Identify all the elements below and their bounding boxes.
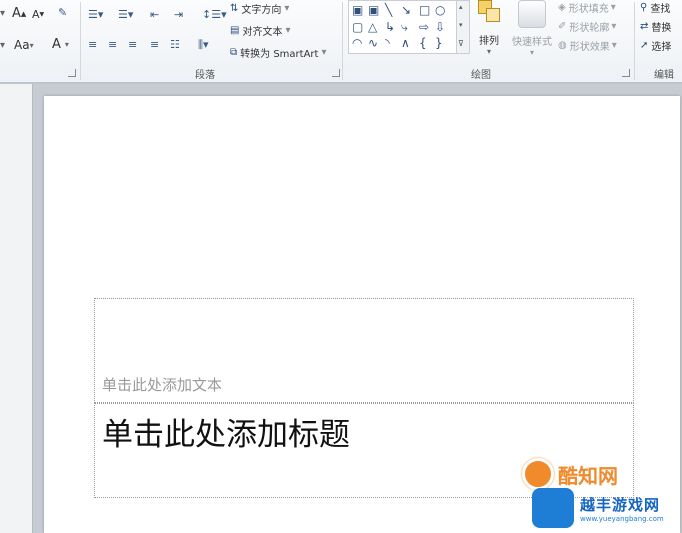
right-arrow-icon[interactable]: ⇨: [419, 21, 429, 33]
find-label: 查找: [650, 4, 671, 15]
convert-smartart-label: 转换为 SmartArt: [240, 49, 319, 60]
align-text-label: 对齐文本: [242, 27, 283, 38]
shapes-gallery-scroll[interactable]: ▴ ▾ ⊽: [456, 0, 470, 54]
cursor-icon: ➚: [640, 40, 649, 51]
text-direction-icon: ⇅: [230, 3, 239, 14]
editing-group-label: 编辑: [654, 70, 674, 81]
arrange-icon: [474, 0, 504, 30]
arrange-button[interactable]: 排列 ▾: [474, 0, 504, 56]
smartart-icon: ⧉: [230, 47, 238, 58]
subtitle-placeholder-text: 单击此处添加文本: [102, 376, 223, 394]
align-right-icon[interactable]: ≡: [128, 38, 137, 51]
increase-indent-icon[interactable]: ⇥: [174, 8, 183, 21]
watermark-kuzhi: 酷知网: [522, 458, 618, 490]
binoculars-icon: ⚲: [640, 2, 648, 13]
rectangle-icon[interactable]: □: [419, 4, 430, 16]
paragraph-dialog-launcher-icon[interactable]: [332, 69, 340, 77]
arrange-label: 排列: [479, 36, 499, 47]
line-spacing-icon[interactable]: ↕☰▾: [202, 8, 227, 21]
arc-icon[interactable]: ◝: [385, 37, 390, 49]
right-brace-icon[interactable]: }: [435, 37, 443, 49]
replace-icon: ⇄: [640, 21, 649, 32]
paint-bucket-icon: ◈: [558, 2, 566, 13]
left-brace-icon[interactable]: {: [419, 37, 427, 49]
watermark-yuefeng: 越丰游戏网 www.yueyangbang.com: [532, 488, 664, 528]
dropdown-arrow-icon[interactable]: ▾: [0, 40, 5, 51]
text-direction-button[interactable]: ⇅ 文字方向 ▾: [230, 1, 289, 16]
yuefeng-logo-icon: [532, 488, 574, 528]
kuzhi-logo-icon: [522, 458, 554, 490]
drawing-group-label: 绘图: [471, 70, 491, 81]
scroll-up-icon[interactable]: ▴: [459, 3, 463, 11]
bullets-icon[interactable]: ☰▾: [88, 8, 103, 21]
align-center-icon[interactable]: ≡: [108, 38, 117, 51]
ribbon: ▾ A ▲ A ▼ ✎ ▾ Aa ▾ A ▾ ☰▾ ☰▾ ⇤ ⇥ ↕☰▾ ≡ ≡ ≡ ≡…: [0, 0, 682, 83]
text-box-icon[interactable]: ▣: [352, 4, 363, 16]
line-icon[interactable]: ╲: [385, 4, 392, 16]
change-case-label: Aa: [14, 38, 30, 52]
effects-icon: ◍: [558, 40, 567, 51]
justify-icon[interactable]: ≡: [150, 38, 159, 51]
shape-fill-label: 形状填充: [568, 4, 609, 15]
curve-icon[interactable]: ∧: [401, 37, 410, 49]
decrease-indent-icon[interactable]: ⇤: [150, 8, 159, 21]
pen-icon: ✐: [558, 21, 567, 32]
shape-effects-button[interactable]: ◍ 形状效果 ▾: [558, 38, 617, 53]
oval-icon[interactable]: ○: [435, 4, 445, 16]
quick-styles-button[interactable]: 快速样式 ▾: [508, 0, 556, 57]
title-placeholder-text: 单击此处添加标题: [102, 417, 350, 453]
text-direction-label: 文字方向: [241, 5, 282, 16]
shape-outline-button[interactable]: ✐ 形状轮廓 ▾: [558, 19, 616, 34]
shrink-font-button[interactable]: A ▼: [32, 8, 44, 21]
yuefeng-watermark-text: 越丰游戏网: [580, 495, 661, 514]
select-button[interactable]: ➚ 选择: [640, 38, 671, 53]
group-separator: [342, 2, 343, 80]
clear-formatting-icon[interactable]: ✎: [58, 6, 67, 19]
align-left-icon[interactable]: ≡: [88, 38, 97, 51]
down-arrow-icon[interactable]: ⇩: [435, 21, 445, 33]
convert-smartart-button[interactable]: ⧉ 转换为 SmartArt ▾: [230, 45, 326, 60]
align-text-icon: ▤: [230, 25, 240, 36]
quick-styles-icon: [518, 0, 546, 28]
align-text-button[interactable]: ▤ 对齐文本 ▾: [230, 23, 290, 38]
more-shapes-icon[interactable]: ⊽: [458, 39, 464, 48]
change-case-button[interactable]: Aa ▾: [14, 38, 34, 52]
subtitle-placeholder[interactable]: 单击此处添加文本: [94, 298, 634, 403]
group-separator: [80, 2, 81, 80]
quick-styles-label: 快速样式: [512, 37, 552, 48]
drawing-dialog-launcher-icon[interactable]: [622, 69, 630, 77]
shrink-font-label: A: [32, 8, 40, 21]
yuefeng-watermark-url: www.yueyangbang.com: [580, 514, 664, 523]
select-label: 选择: [651, 42, 672, 53]
columns-icon[interactable]: ⫼▾: [198, 38, 209, 52]
grow-font-button[interactable]: A ▲: [12, 6, 26, 21]
shapes-gallery[interactable]: ▣ ▣ ╲ ↘ □ ○ ▢ △ ↳ ⤷ ⇨ ⇩ ◠ ∿ ◝ ∧ { }: [348, 0, 458, 54]
scribble-icon[interactable]: ∿: [368, 37, 378, 49]
triangle-icon[interactable]: △: [368, 21, 377, 33]
grow-font-label: A: [12, 6, 21, 21]
font-dialog-launcher-icon[interactable]: [68, 69, 76, 77]
scroll-down-icon[interactable]: ▾: [459, 21, 463, 29]
kuzhi-watermark-text: 酷知网: [558, 463, 618, 488]
rounded-rectangle-icon[interactable]: ▢: [352, 21, 363, 33]
elbow-connector-icon[interactable]: ↳: [385, 21, 395, 33]
font-color-label: A: [52, 37, 61, 52]
find-button[interactable]: ⚲ 查找: [640, 0, 670, 15]
paragraph-group-label: 段落: [195, 70, 215, 81]
distributed-icon[interactable]: ☷: [170, 38, 180, 51]
replace-label: 替换: [651, 23, 672, 34]
group-separator: [634, 2, 635, 80]
freeform-icon[interactable]: ◠: [352, 37, 362, 49]
shape-effects-label: 形状效果: [569, 42, 610, 53]
numbering-icon[interactable]: ☰▾: [118, 8, 133, 21]
vertical-text-box-icon[interactable]: ▣: [368, 4, 379, 16]
font-size-dropdown-arrow[interactable]: ▾: [0, 8, 5, 19]
shape-outline-label: 形状轮廓: [569, 23, 610, 34]
slides-pane-edge[interactable]: [0, 84, 33, 533]
font-color-button[interactable]: A ▾: [52, 37, 69, 52]
replace-button[interactable]: ⇄ 替换: [640, 19, 671, 34]
shape-fill-button[interactable]: ◈ 形状填充 ▾: [558, 0, 616, 15]
elbow-arrow-icon[interactable]: ⤷: [401, 21, 408, 33]
arrow-line-icon[interactable]: ↘: [401, 4, 411, 16]
